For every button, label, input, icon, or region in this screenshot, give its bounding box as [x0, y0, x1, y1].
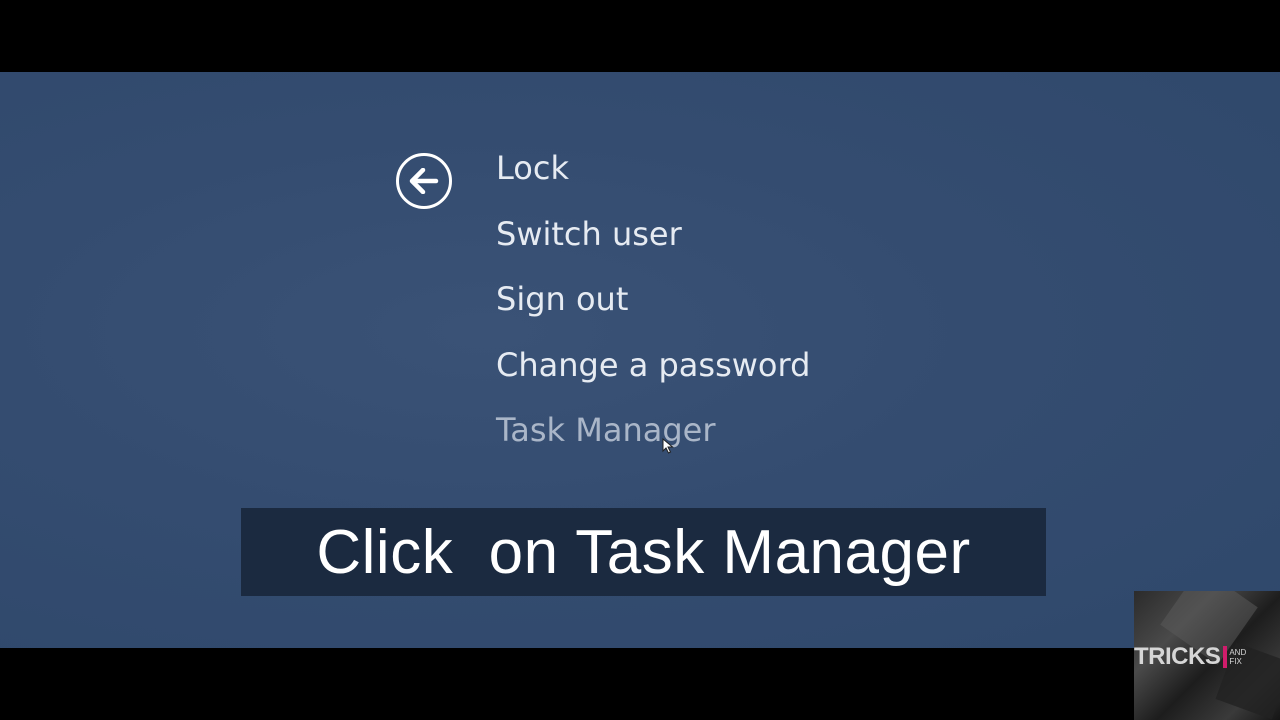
security-options-menu: Lock Switch user Sign out Change a passw…: [496, 140, 810, 468]
menu-item-sign-out[interactable]: Sign out: [496, 271, 810, 337]
watermark-brand-small-bottom: FIX: [1229, 657, 1242, 666]
watermark-brand-main: TRICKS: [1134, 643, 1221, 670]
channel-watermark: TRICKS AND FIX: [1134, 591, 1280, 720]
video-frame: Lock Switch user Sign out Change a passw…: [0, 0, 1280, 720]
watermark-brand-small-top: AND: [1229, 648, 1247, 657]
watermark-brand-bar: [1223, 646, 1228, 668]
letterbox-top: [0, 0, 1280, 72]
menu-item-change-password[interactable]: Change a password: [496, 337, 810, 403]
watermark-brand: TRICKS AND FIX: [1134, 643, 1246, 671]
watermark-brand-small: AND FIX: [1229, 648, 1246, 666]
back-button[interactable]: [396, 153, 452, 209]
menu-item-switch-user[interactable]: Switch user: [496, 206, 810, 272]
menu-item-task-manager[interactable]: Task Manager: [496, 402, 810, 468]
menu-item-lock[interactable]: Lock: [496, 140, 810, 206]
letterbox-bottom: [0, 648, 1280, 720]
arrow-left-icon: [409, 168, 439, 194]
mouse-cursor-icon: [662, 438, 674, 454]
video-caption: Click on Task Manager: [241, 508, 1046, 596]
